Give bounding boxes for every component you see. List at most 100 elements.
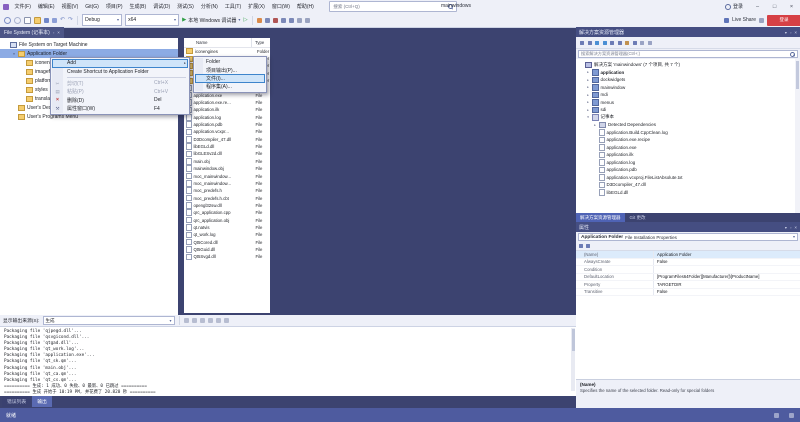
scrollbar[interactable] — [571, 328, 575, 391]
bottom-tool-tab[interactable]: 错误列表 — [2, 396, 32, 407]
tree-item[interactable]: File System on Target Machine — [0, 40, 178, 49]
platform-dropdown[interactable]: x64 — [125, 14, 180, 26]
expander-icon[interactable]: ▸ — [593, 123, 597, 127]
property-value[interactable]: Application Folder — [654, 251, 800, 258]
submenu-item[interactable]: 文件(I)... — [195, 74, 265, 83]
solution-explorer-toolbar-icon[interactable] — [610, 40, 614, 45]
context-menu-item[interactable]: 删除(D) Del — [52, 96, 188, 105]
file-row[interactable]: Qt5Cored.dll File — [184, 238, 270, 246]
context-menu-item[interactable]: Create Shortcut to Application Folder — [52, 67, 188, 76]
toolbar-icon[interactable] — [4, 16, 11, 24]
solution-tree-item[interactable]: application.ilk — [576, 151, 800, 159]
scrollbar[interactable] — [795, 59, 800, 213]
solution-tree-item[interactable]: D3Dcompiler_47.dll — [576, 181, 800, 189]
solution-tree-item[interactable]: application.pdb — [576, 166, 800, 174]
expander-icon[interactable]: ▸ — [586, 70, 590, 74]
property-value[interactable]: [ProgramFiles64Folder][Manufacturer]\[Pr… — [654, 274, 800, 281]
feedback-icon[interactable] — [759, 17, 764, 23]
menu-item[interactable]: 扩展(X) — [245, 0, 269, 13]
menu-item[interactable]: 窗口(W) — [268, 0, 293, 13]
object-selector-dropdown[interactable]: Application Folder File Installation Pro… — [578, 233, 798, 241]
property-row[interactable]: Property TARGETDIR — [576, 281, 800, 289]
output-toolbar-icon[interactable] — [199, 318, 205, 323]
submenu-item[interactable]: 项目输出(P)... — [195, 66, 265, 75]
file-row[interactable]: libEGLd.dll File — [184, 143, 270, 150]
account-red-button[interactable]: 登录 — [767, 14, 800, 26]
solution-tree-item[interactable]: application.Build.CppClean.log — [576, 129, 800, 137]
solution-tree-item[interactable]: ▸ mainwindow — [576, 84, 800, 92]
expander-icon[interactable]: ▾ — [586, 115, 590, 119]
file-row[interactable]: libGLESv2d.dll File — [184, 150, 270, 158]
solution-tree-item[interactable]: ▾ 记事本 — [576, 114, 800, 122]
toolbar-icon[interactable] — [272, 17, 278, 23]
file-row[interactable]: qrc_application.obj File — [184, 216, 270, 224]
tool-window-tab[interactable]: Git 更改 — [626, 213, 650, 222]
file-row[interactable]: moc_mainwindow... File — [184, 180, 270, 187]
tab-file-system[interactable]: File System (记事本) — [0, 27, 64, 38]
file-row[interactable]: application.log File — [184, 114, 270, 121]
window-menu-icon[interactable] — [785, 30, 787, 35]
toolbar-icon[interactable] — [264, 17, 270, 23]
expander-icon[interactable]: ▸ — [586, 93, 590, 97]
file-row[interactable]: moc_predefs.h File — [184, 187, 270, 194]
solution-search-input[interactable]: 搜索解决方案资源管理器(Ctrl+;) — [578, 50, 798, 58]
property-row[interactable]: (Name) Application Folder — [576, 251, 800, 259]
solution-tree-item[interactable]: ▸ mdi — [576, 91, 800, 99]
solution-explorer-toolbar-icon[interactable] — [640, 40, 644, 45]
file-row[interactable]: application.pdb File — [184, 121, 270, 128]
toolbar-icon[interactable] — [296, 17, 302, 23]
solution-tree-item[interactable]: 解决方案 'mainwindows' (7 个项目, 共 7 个) — [576, 61, 800, 69]
expander-icon[interactable]: ▸ — [586, 100, 590, 104]
pin-icon[interactable] — [53, 30, 54, 36]
output-toolbar-icon[interactable] — [191, 318, 197, 323]
submenu-item[interactable]: Folder — [195, 58, 265, 67]
solution-tree-item[interactable]: ▸ dockwidgets — [576, 76, 800, 84]
output-toolbar-icon[interactable] — [183, 318, 189, 323]
toolbar-icon[interactable] — [14, 16, 21, 24]
output-toolbar-icon[interactable] — [223, 318, 229, 323]
property-row[interactable]: Transitive False — [576, 288, 800, 296]
file-row[interactable]: moc_predefs.h.cbt File — [184, 194, 270, 202]
toolbar-icon[interactable] — [288, 17, 294, 23]
pin-icon[interactable] — [790, 225, 791, 230]
menu-item[interactable]: 测试(S) — [174, 0, 198, 13]
toolbar-icon[interactable] — [34, 16, 41, 24]
solution-tree-item[interactable]: application.exe.recipe — [576, 136, 800, 144]
toolbar-icon[interactable] — [304, 17, 310, 23]
toolbar-icon[interactable] — [68, 18, 73, 23]
solution-tree-item[interactable]: application.exe — [576, 144, 800, 152]
context-menu-item[interactable]: 剪切(T) Ctrl+X — [52, 79, 188, 88]
feedback-icon[interactable] — [789, 412, 794, 418]
file-row[interactable]: mainwindow.obj File — [184, 165, 270, 172]
solution-tree-item[interactable]: application.vcxproj.FileListAbsolute.txt — [576, 174, 800, 182]
minimize-button[interactable]: – — [749, 0, 766, 13]
file-row[interactable]: Qt5Svgd.dll File — [184, 253, 270, 261]
live-share-label[interactable]: Live Share — [732, 17, 756, 23]
solution-explorer-toolbar-icon[interactable] — [587, 40, 592, 45]
solution-explorer-toolbar-icon[interactable] — [580, 40, 584, 45]
output-source-dropdown[interactable]: 生成 — [42, 316, 175, 325]
toolbar-icon[interactable] — [44, 17, 49, 23]
close-icon[interactable] — [794, 30, 797, 35]
properties-toolbar-icon[interactable] — [579, 244, 583, 248]
expander-icon[interactable]: ▸ — [586, 78, 590, 82]
solution-explorer-toolbar-icon[interactable] — [602, 40, 607, 45]
menu-item[interactable]: 分析(N) — [197, 0, 221, 13]
toolbar-icon[interactable] — [52, 17, 57, 23]
toolbar-icon[interactable] — [280, 17, 286, 23]
maximize-button[interactable]: □ — [766, 0, 783, 13]
file-row[interactable]: qrc_application.cpp File — [184, 209, 270, 216]
expander-icon[interactable]: ▾ — [12, 52, 16, 56]
solution-explorer-toolbar-icon[interactable] — [617, 40, 622, 45]
solution-explorer-toolbar-icon[interactable] — [632, 40, 637, 45]
toolbar-icon[interactable] — [24, 16, 31, 24]
context-menu-item[interactable]: Add ▸ — [52, 59, 188, 68]
solution-tree-item[interactable]: ▸ Detected Dependencies — [576, 121, 800, 129]
expander-icon[interactable]: ▸ — [586, 85, 590, 89]
file-row[interactable]: D3Dcompiler_47.dll File — [184, 136, 270, 143]
column-header-type[interactable]: Type — [252, 40, 264, 45]
close-button[interactable]: × — [783, 0, 800, 13]
solution-explorer-toolbar-icon[interactable] — [595, 40, 599, 45]
property-value[interactable]: False — [654, 259, 800, 266]
close-icon[interactable] — [57, 30, 60, 36]
